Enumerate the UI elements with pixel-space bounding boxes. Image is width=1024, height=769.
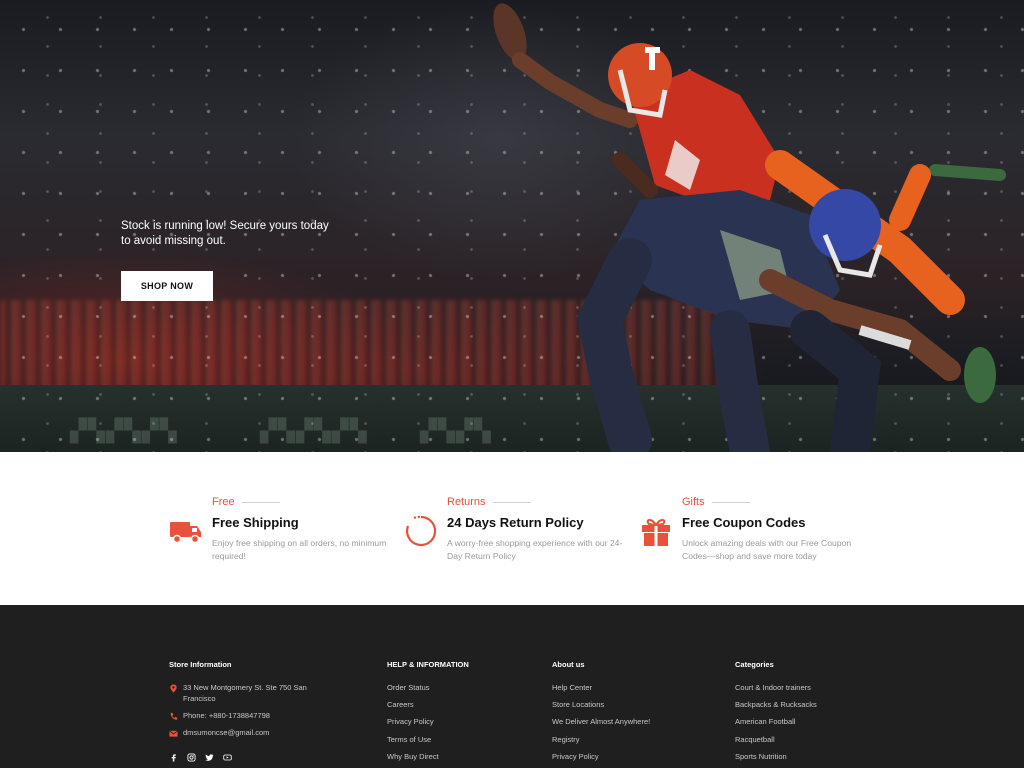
shop-now-button[interactable]: SHOP NOW [121, 271, 213, 301]
youtube-icon[interactable] [223, 749, 232, 761]
footer-link[interactable]: Racquetball [735, 735, 817, 752]
feature-description: A worry-free shopping experience with ou… [447, 538, 623, 561]
store-address: 33 New Montgomery St. Ste 750 San Franci… [169, 683, 319, 711]
location-pin-icon [170, 684, 177, 693]
facebook-icon[interactable] [169, 749, 178, 762]
features-strip: Free Free Shipping Enjoy free shipping o… [0, 452, 1024, 605]
footer-link[interactable]: Backpacks & Rucksacks [735, 700, 817, 717]
store-phone: Phone: +880-1738847798 [169, 711, 319, 728]
footer-link[interactable]: Why Buy Direct [387, 752, 469, 769]
feature-kicker: Returns [447, 496, 531, 508]
footer-about-us: About us Help Center Store Locations We … [552, 660, 650, 769]
twitter-icon[interactable] [205, 749, 214, 761]
hero-banner: ▞▚▞▚▞▚ ▞▚▞▚▞▚ ▞▚▞▚ Stock is running low!… [0, 0, 1024, 452]
footer-link-list: Court & Indoor trainers Backpacks & Ruck… [735, 683, 817, 769]
hero-tagline: Stock is running low! Secure yours today… [121, 220, 329, 247]
footer-column-title: About us [552, 660, 585, 669]
phone-icon [170, 712, 178, 720]
footer-column-title: Categories [735, 660, 774, 669]
store-phone-text[interactable]: Phone: +880-1738847798 [183, 711, 270, 720]
footer-link[interactable]: Careers [387, 700, 469, 717]
store-email-text[interactable]: dmsumoncse@gmail.com [183, 728, 269, 737]
feature-title: 24 Days Return Policy [447, 515, 584, 530]
footer-column-title: HELP & INFORMATION [387, 660, 469, 669]
gift-icon [642, 519, 670, 546]
footer-link[interactable]: Registry [552, 735, 650, 752]
footer-link-list: Order Status Careers Privacy Policy Term… [387, 683, 469, 769]
footer-help-information: HELP & INFORMATION Order Status Careers … [387, 660, 469, 769]
feature-description: Enjoy free shipping on all orders, no mi… [212, 538, 387, 561]
footer-link[interactable]: Court & Indoor trainers [735, 683, 817, 700]
footer-link[interactable]: Help Center [552, 683, 650, 700]
feature-title: Free Coupon Codes [682, 515, 806, 530]
truck-icon [170, 522, 201, 544]
social-links [169, 749, 319, 762]
footer-link[interactable]: Order Status [387, 683, 469, 700]
footer-link[interactable]: American Football [735, 717, 817, 734]
feature-description: Unlock amazing deals with our Free Coupo… [682, 538, 852, 561]
footer-link[interactable]: Privacy Policy [552, 752, 650, 769]
footer-link[interactable]: Store Locations [552, 700, 650, 717]
footer-link-list: Help Center Store Locations We Deliver A… [552, 683, 650, 769]
instagram-icon[interactable] [187, 749, 196, 762]
footer-link[interactable]: Terms of Use [387, 735, 469, 752]
footer-link[interactable]: Privacy Policy [387, 717, 469, 734]
feature-title: Free Shipping [212, 515, 299, 530]
store-email: dmsumoncse@gmail.com [169, 728, 319, 745]
footer-categories: Categories Court & Indoor trainers Backp… [735, 660, 817, 769]
refresh-icon [406, 515, 437, 547]
footer-link[interactable]: Sports Nutrition [735, 752, 817, 769]
envelope-icon [169, 730, 178, 737]
feature-kicker: Gifts [682, 496, 750, 508]
feature-kicker: Free [212, 496, 280, 508]
hero-football-players-image [493, 3, 1006, 452]
store-address-text: 33 New Montgomery St. Ste 750 San Franci… [183, 683, 307, 703]
footer-column-title: Store Information [169, 660, 232, 669]
site-footer: Store Information 33 New Montgomery St. … [0, 605, 1024, 768]
footer-link[interactable]: We Deliver Almost Anywhere! [552, 717, 650, 734]
footer-store-information: Store Information 33 New Montgomery St. … [169, 660, 319, 762]
